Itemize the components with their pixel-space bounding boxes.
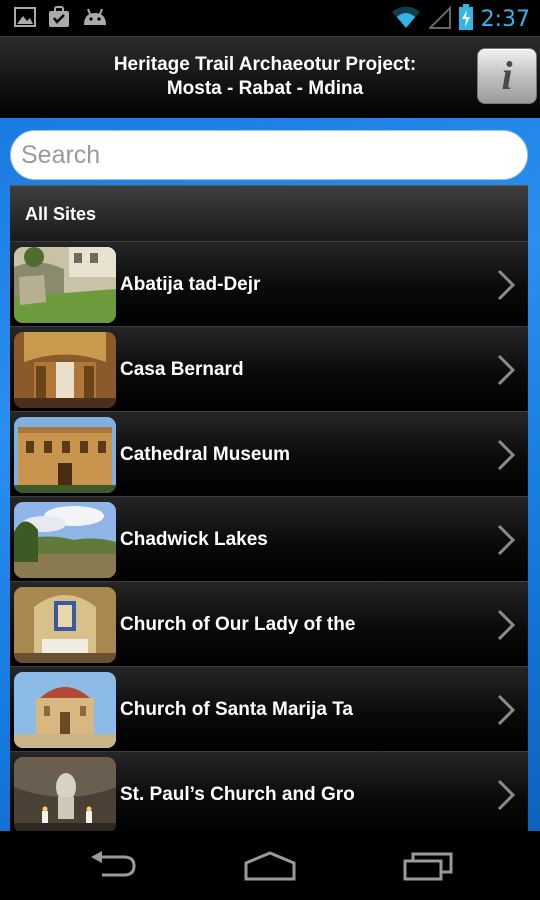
title-line-2: Mosta - Rabat - Mdina [166, 78, 364, 99]
list-item[interactable]: Church of Santa Marija Ta [10, 666, 528, 751]
site-label: Casa Bernard [120, 359, 244, 380]
image-icon [14, 7, 36, 32]
list-section-header: All Sites [10, 185, 528, 241]
chevron-right-icon [497, 439, 516, 471]
status-bar: 2:37 [0, 0, 540, 36]
site-thumbnail [14, 757, 116, 831]
chevron-right-icon [497, 269, 516, 301]
chevron-right-icon [497, 694, 516, 726]
chevron-right-icon [497, 354, 516, 386]
title-line-1: Heritage Trail Archaeotur Project: [113, 54, 417, 75]
site-label: Cathedral Museum [120, 444, 290, 465]
site-label: Abatija tad-Dejr [120, 274, 261, 295]
wifi-icon [391, 5, 421, 34]
site-label: St. Paul’s Church and Gro [120, 784, 355, 805]
chevron-right-icon [497, 524, 516, 556]
site-label: Church of Santa Marija Ta [120, 699, 353, 720]
page-title: Heritage Trail Archaeotur Project: Mosta… [60, 53, 470, 101]
site-thumbnail [14, 672, 116, 748]
list-item[interactable]: Cathedral Museum [10, 411, 528, 496]
list-item[interactable]: Church of Our Lady of the [10, 581, 528, 666]
home-icon[interactable] [243, 851, 297, 886]
search-input[interactable] [11, 131, 527, 179]
list-item[interactable]: Abatija tad-Dejr [10, 241, 528, 326]
site-label: Chadwick Lakes [120, 529, 268, 550]
back-icon[interactable] [88, 851, 138, 886]
signal-icon [427, 5, 451, 34]
site-label: Church of Our Lady of the [120, 614, 356, 635]
list-item[interactable]: Chadwick Lakes [10, 496, 528, 581]
site-thumbnail [14, 502, 116, 578]
search-bar [10, 130, 528, 180]
info-icon: i [501, 53, 513, 98]
site-thumbnail [14, 247, 116, 323]
title-bar: Heritage Trail Archaeotur Project: Mosta… [0, 36, 540, 118]
battery-charging-icon [458, 4, 473, 35]
recent-apps-icon[interactable] [403, 851, 453, 886]
site-thumbnail [14, 332, 116, 408]
chevron-right-icon [497, 609, 516, 641]
site-thumbnail [14, 587, 116, 663]
list-item[interactable]: Casa Bernard [10, 326, 528, 411]
site-thumbnail [14, 417, 116, 493]
info-button[interactable]: i [477, 48, 537, 104]
list-item[interactable]: St. Paul’s Church and Gro [10, 751, 528, 831]
shopping-bag-icon [48, 6, 70, 33]
chevron-right-icon [497, 779, 516, 811]
clock-time: 2:37 [480, 7, 530, 32]
android-icon [82, 7, 108, 32]
navigation-bar [0, 831, 540, 900]
site-list: All Sites Abatija tad-Dejr Casa Bernard … [10, 185, 528, 831]
content-area: All Sites Abatija tad-Dejr [0, 118, 540, 831]
